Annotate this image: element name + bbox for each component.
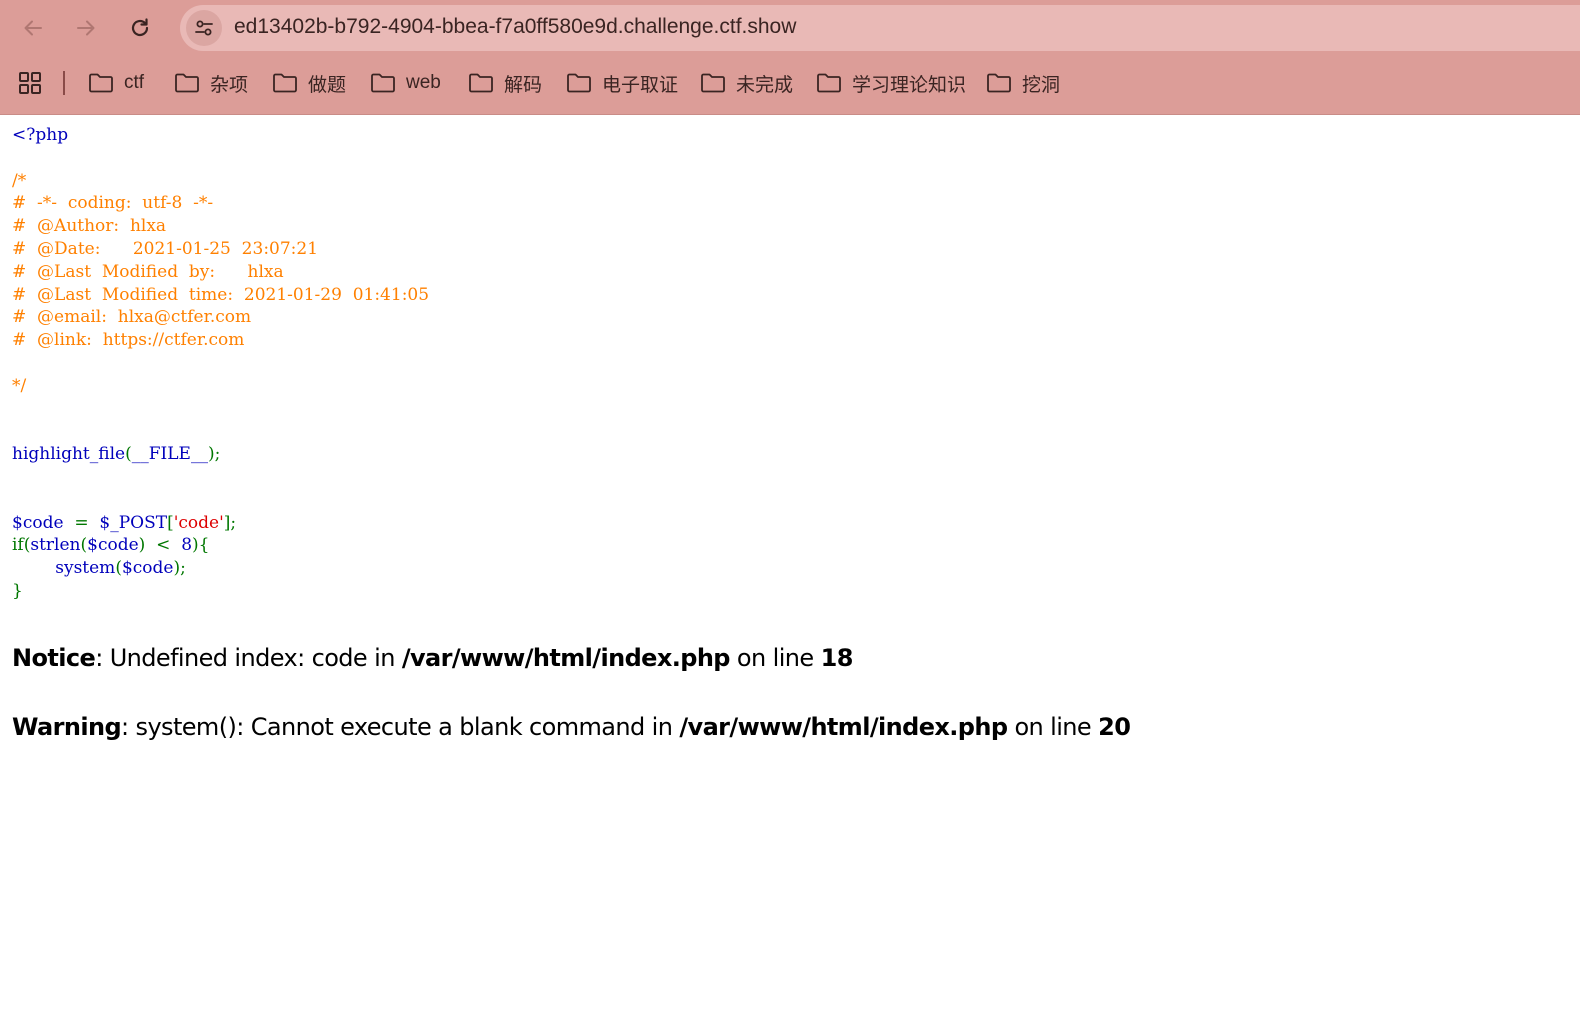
- code-token: =: [74, 512, 89, 533]
- forward-button[interactable]: [68, 10, 104, 46]
- bookmark-folder[interactable]: 未完成: [700, 66, 793, 100]
- php-notice: Notice: Undefined index: code in /var/ww…: [12, 644, 853, 672]
- bookmark-folder[interactable]: ctf: [88, 66, 144, 100]
- tune-icon: [195, 20, 213, 36]
- comment-line: # @Last Modified time: 2021-01-29 01:41:…: [12, 284, 430, 305]
- bookmark-folder[interactable]: 杂项: [174, 66, 248, 100]
- reload-icon: [131, 18, 149, 37]
- bookmark-folder[interactable]: 挖洞: [986, 66, 1060, 100]
- code-token: $code: [12, 512, 64, 533]
- code-token: [: [167, 512, 174, 533]
- comment-line: # @Date: 2021-01-25 23:07:21: [12, 238, 319, 259]
- bookmark-folder[interactable]: 解码: [468, 66, 542, 100]
- folder-icon: [701, 73, 725, 93]
- folder-icon: [89, 73, 113, 93]
- comment-line: /*: [12, 170, 27, 191]
- bookmark-label: 未完成: [736, 74, 794, 96]
- code-token: $code: [121, 558, 174, 579]
- bookmarks-bar: ctf 杂项 做题 web 解码 电子取证 未完成 学习理论知识 挖洞: [0, 60, 1580, 106]
- bookmark-folder[interactable]: 电子取证: [566, 66, 678, 100]
- error-level: Notice: [12, 644, 96, 672]
- browser-toolbar: ed13402b-b792-4904-bbea-f7a0ff580e9d.cha…: [0, 0, 1580, 115]
- folder-icon: [817, 73, 841, 93]
- code-token: highlight_file: [12, 444, 126, 465]
- error-line: 18: [820, 644, 854, 672]
- bookmark-label: 做题: [308, 74, 347, 96]
- bookmark-label: 杂项: [210, 74, 249, 96]
- code-token: system: [55, 558, 116, 579]
- code-token: $code: [87, 535, 139, 556]
- php-open-tag: <?php: [12, 125, 69, 145]
- error-file: /var/www/html/index.php: [401, 644, 731, 672]
- code-token: ];: [223, 512, 237, 533]
- error-message: : system(): Cannot execute a blank comma…: [121, 713, 680, 741]
- comment-line: # @Last Modified by: hlxa: [12, 261, 284, 282]
- code-token: 8: [181, 535, 193, 556]
- code-token: ){: [192, 535, 210, 556]
- page-content: <?php /* # -*- coding: utf-8 -*- # @Auth…: [12, 124, 1562, 741]
- arrow-right-icon: [77, 20, 95, 36]
- error-message: : Undefined index: code in: [95, 644, 402, 672]
- code-token: <: [156, 535, 171, 556]
- error-mid: on line: [1007, 713, 1099, 741]
- arrow-left-icon: [24, 20, 42, 36]
- php-warning: Warning: system(): Cannot execute a blan…: [12, 713, 1131, 741]
- bookmark-label: 学习理论知识: [852, 74, 967, 96]
- folder-icon: [175, 73, 199, 93]
- error-file: /var/www/html/index.php: [679, 713, 1008, 741]
- comment-line: # @link: https://ctfer.com: [12, 330, 245, 351]
- code-token: ): [138, 535, 146, 556]
- code-token: );: [207, 444, 221, 465]
- code-token: (: [125, 444, 132, 465]
- url-text[interactable]: ed13402b-b792-4904-bbea-f7a0ff580e9d.cha…: [234, 15, 796, 39]
- code-token: );: [173, 558, 186, 579]
- code-token: 'code': [173, 512, 224, 533]
- folder-icon: [273, 73, 297, 93]
- bookmark-label: 电子取证: [602, 74, 679, 96]
- code-token: __FILE__: [131, 444, 208, 465]
- folder-icon: [469, 73, 493, 93]
- bookmark-label: ctf: [124, 72, 145, 93]
- bookmarks-divider: [63, 71, 65, 95]
- folder-icon: [371, 73, 395, 93]
- comment-line: # @Author: hlxa: [12, 216, 167, 237]
- apps-grid-icon[interactable]: [18, 71, 42, 95]
- code-token: (: [115, 558, 122, 579]
- site-info-button[interactable]: [186, 10, 222, 46]
- php-source: <?php /* # -*- coding: utf-8 -*- # @Auth…: [12, 124, 1562, 603]
- code-token: }: [12, 580, 23, 601]
- code-token: if(: [12, 535, 31, 556]
- bookmark-label: 解码: [504, 74, 543, 96]
- bookmark-label: web: [406, 72, 441, 93]
- folder-icon: [987, 73, 1011, 93]
- bookmark-folder[interactable]: web: [370, 66, 441, 100]
- error-level: Warning: [12, 713, 122, 741]
- bookmark-label: 挖洞: [1022, 74, 1061, 96]
- comment-line: # -*- coding: utf-8 -*-: [12, 193, 214, 214]
- bookmark-folder[interactable]: 做题: [272, 66, 346, 100]
- folder-icon: [567, 73, 591, 93]
- comment-line: # @email: hlxa@ctfer.com: [12, 307, 252, 328]
- bookmark-folder[interactable]: 学习理论知识: [816, 66, 966, 100]
- code-token: strlen: [30, 535, 81, 556]
- error-line: 20: [1098, 713, 1131, 741]
- error-mid: on line: [729, 644, 821, 672]
- comment-line: */: [12, 375, 27, 396]
- address-bar[interactable]: ed13402b-b792-4904-bbea-f7a0ff580e9d.cha…: [180, 5, 1580, 51]
- reload-button[interactable]: [122, 10, 158, 46]
- back-button[interactable]: [15, 10, 51, 46]
- code-token: $_POST: [99, 512, 168, 533]
